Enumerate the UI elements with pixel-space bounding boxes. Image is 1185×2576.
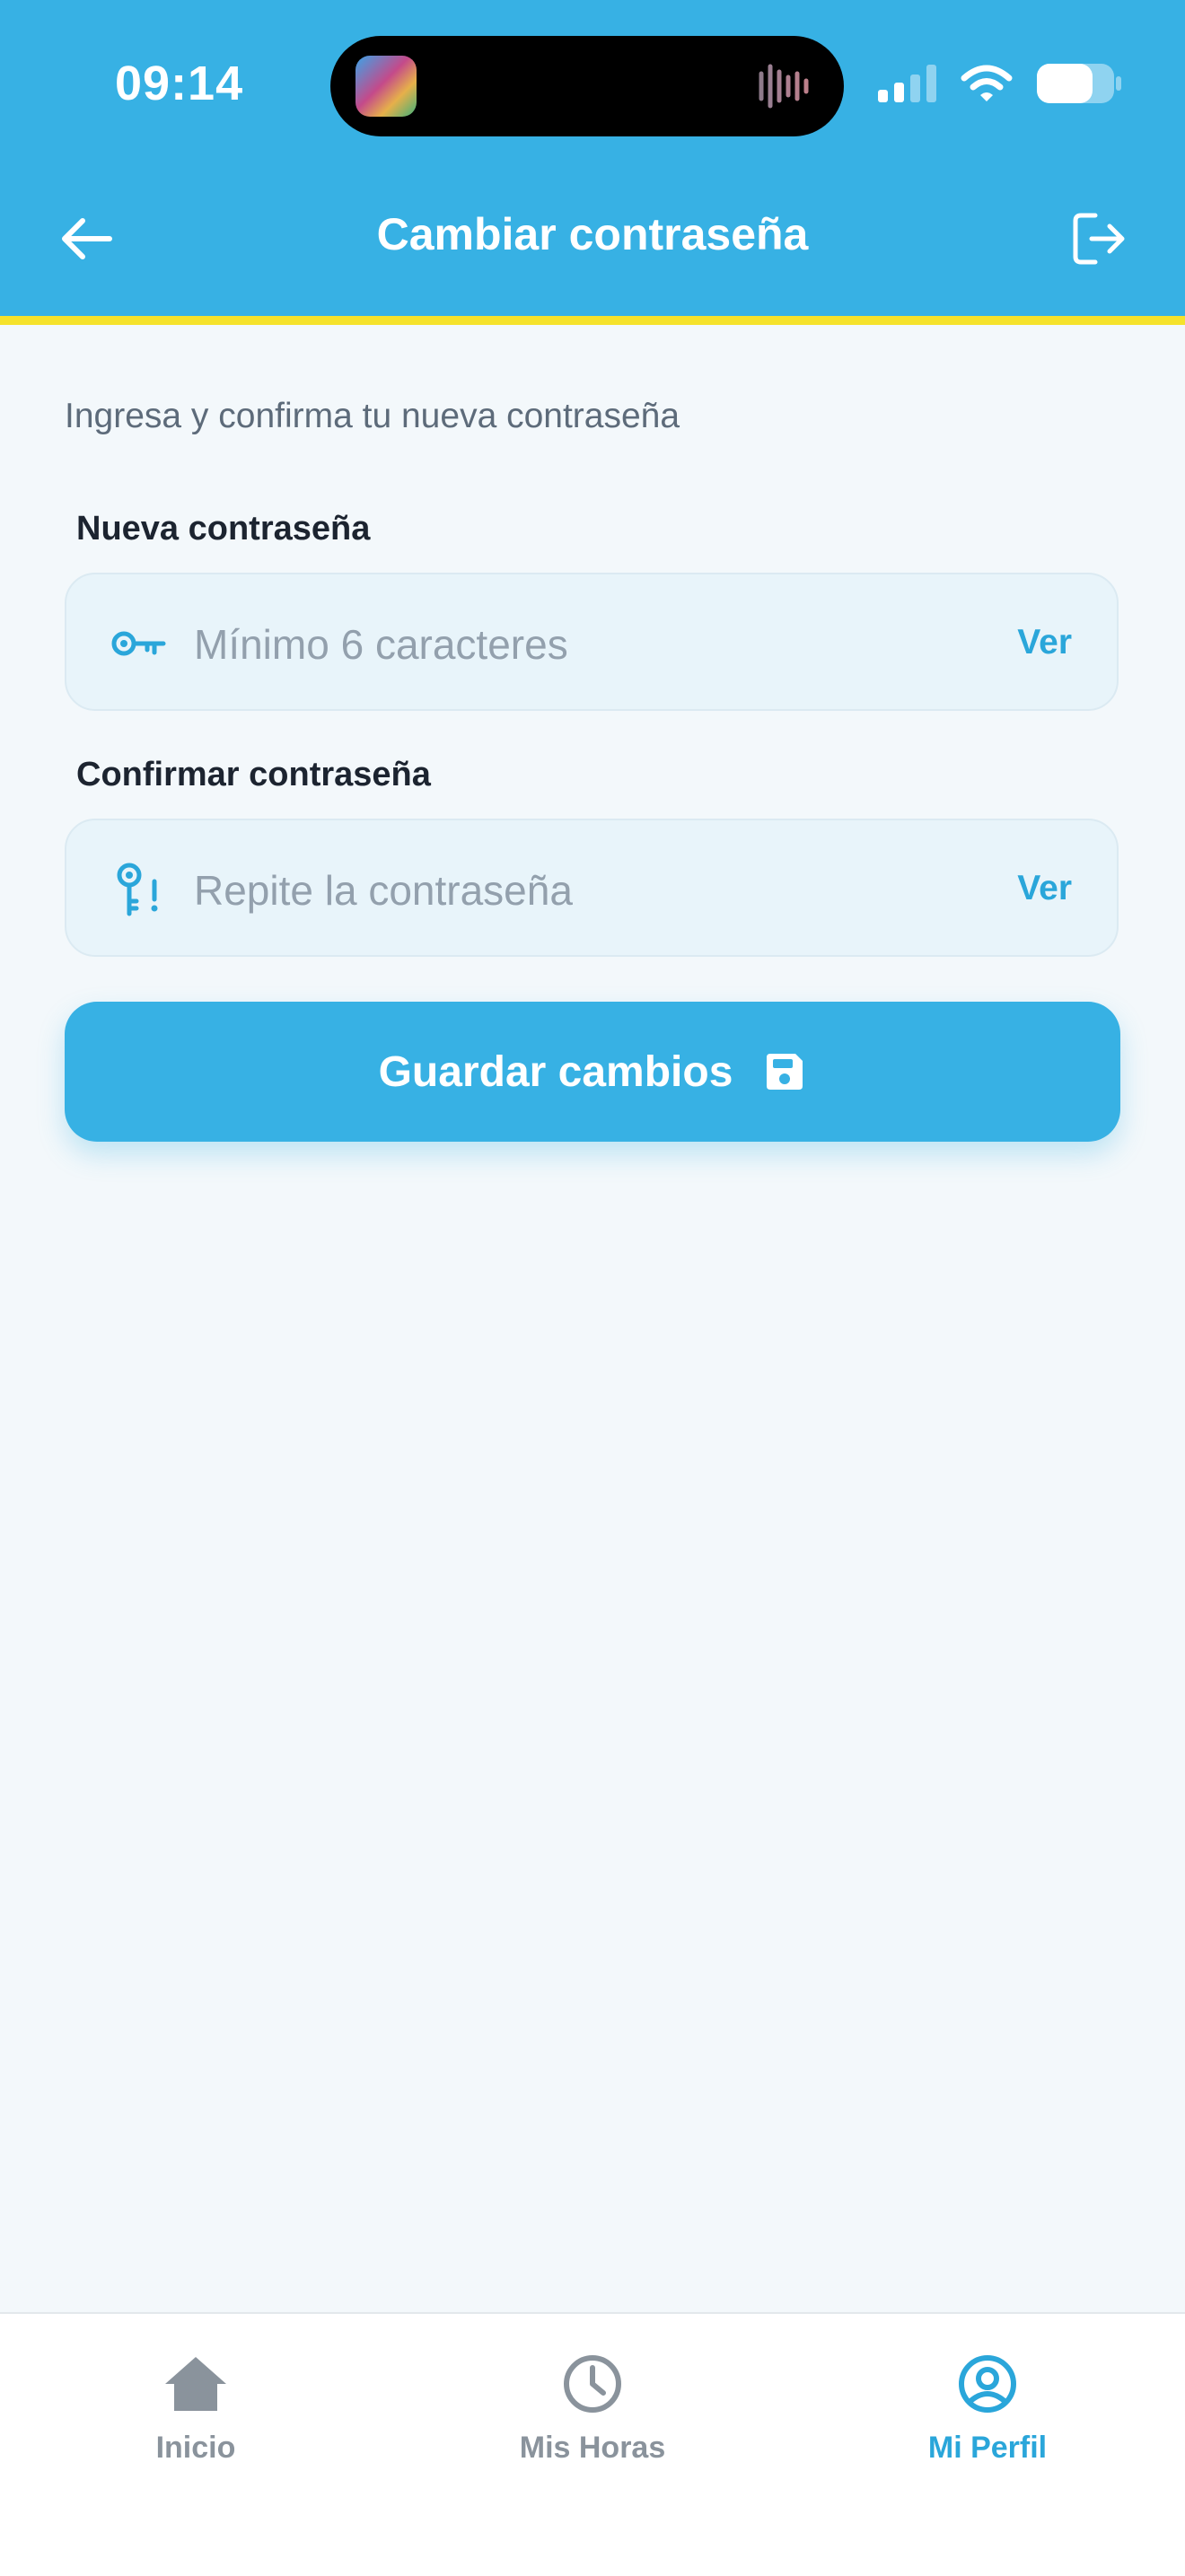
bottom-tab-bar: Inicio Mis Horas Mi Perfil [0,2312,1185,2576]
user-circle-icon [959,2355,1016,2413]
new-password-show-toggle[interactable]: Ver [1017,623,1072,662]
new-password-input[interactable] [192,610,914,679]
confirm-password-label: Confirmar contraseña [76,756,431,793]
instructions-text: Ingresa y confirma tu nueva contraseña [65,397,680,435]
key-icon [111,631,166,656]
status-indicators [878,63,1122,104]
tab-mi-perfil[interactable]: Mi Perfil [853,2350,1122,2466]
confirm-password-input[interactable] [192,856,914,924]
save-changes-label: Guardar cambios [378,1047,733,1096]
floppy-disk-icon [767,1054,803,1090]
now-playing-artwork [356,56,417,117]
page-title: Cambiar contraseña [376,209,809,259]
status-time: 09:14 [115,57,244,110]
tab-mis-horas-label: Mis Horas [519,2431,666,2465]
app-header: 09:14 Cambiar contraseña [0,0,1185,316]
key-alert-icon [117,863,158,916]
tab-inicio-label: Inicio [155,2431,236,2465]
audio-waveform-icon [759,64,809,109]
confirm-password-field[interactable]: Ver [65,819,1119,957]
tab-inicio[interactable]: Inicio [61,2350,330,2466]
new-password-field[interactable]: Ver [65,573,1119,711]
dynamic-island [330,36,844,136]
cellular-signal-icon [878,65,936,102]
confirm-password-show-toggle[interactable]: Ver [1017,869,1072,908]
save-changes-button[interactable]: Guardar cambios [65,1002,1120,1142]
new-password-label: Nueva contraseña [76,510,371,548]
tab-mi-perfil-label: Mi Perfil [927,2431,1048,2465]
tab-mis-horas[interactable]: Mis Horas [458,2350,727,2466]
clock-icon [564,2355,621,2413]
header-accent-stripe [0,316,1185,325]
home-icon [165,2357,226,2411]
wifi-icon [961,65,1013,101]
logout-icon[interactable] [1066,206,1131,271]
battery-icon [1037,64,1121,103]
